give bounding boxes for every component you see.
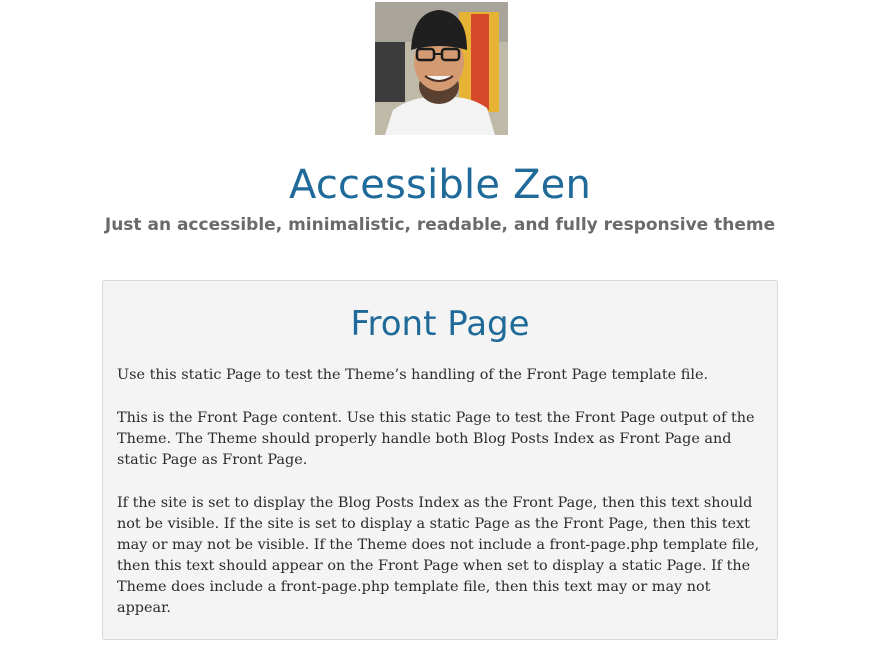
- site-description: Just an accessible, minimalistic, readab…: [104, 215, 776, 235]
- front-page-article: Front Page Use this static Page to test …: [102, 280, 778, 640]
- avatar-photo-icon: [375, 2, 508, 135]
- content-paragraph: This is the Front Page content. Use this…: [117, 410, 755, 468]
- site-title[interactable]: Accessible Zen: [0, 160, 880, 210]
- page-content: Use this static Page to test the Theme’s…: [117, 365, 765, 641]
- content-paragraph: Use this static Page to test the Theme’s…: [117, 367, 709, 383]
- page-title: Front Page: [350, 304, 530, 344]
- site-avatar[interactable]: [375, 2, 508, 135]
- content-paragraph: If the site is set to display the Blog P…: [117, 495, 760, 616]
